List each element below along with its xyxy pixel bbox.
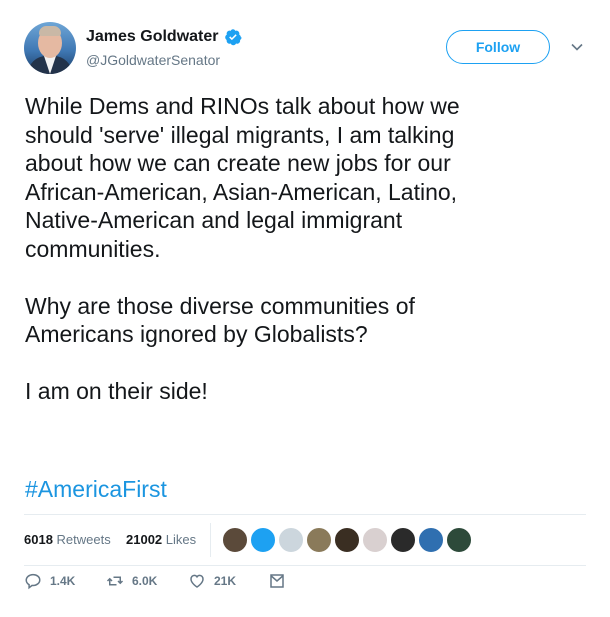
retweet-icon — [106, 576, 124, 586]
tweet-text: While Dems and RINOs talk about how we s… — [25, 93, 460, 404]
liker-avatar[interactable] — [222, 527, 248, 553]
retweets-stat[interactable]: 6018 Retweets — [24, 532, 111, 547]
hashtag-link[interactable]: #AmericaFirst — [25, 476, 167, 503]
liker-avatar[interactable] — [250, 527, 276, 553]
retweets-label: Retweets — [56, 532, 111, 547]
stats-divider — [210, 523, 211, 557]
message-button[interactable] — [268, 572, 294, 590]
likes-label: Likes — [165, 532, 197, 547]
like-count: 21K — [214, 574, 237, 588]
tweet-actions: 1.4K 6.0K 21K — [24, 572, 324, 602]
follow-button[interactable]: Follow — [446, 30, 550, 64]
liker-avatar[interactable] — [390, 527, 416, 553]
liker-avatar[interactable] — [418, 527, 444, 553]
like-button[interactable]: 21K — [188, 572, 236, 590]
author-handle[interactable]: @JGoldwaterSenator — [86, 52, 220, 68]
liker-avatar[interactable] — [446, 527, 472, 553]
retweet-button[interactable]: 6.0K — [106, 572, 157, 590]
liker-avatar[interactable] — [362, 527, 388, 553]
envelope-icon — [270, 574, 284, 588]
chevron-down-icon[interactable] — [570, 40, 584, 54]
liker-avatar[interactable] — [306, 527, 332, 553]
likes-count: 21002 — [126, 532, 163, 547]
retweet-count: 6.0K — [132, 574, 158, 588]
likes-stat[interactable]: 21002 Likes — [126, 532, 196, 547]
avatar[interactable] — [24, 22, 76, 74]
liker-avatars — [222, 527, 474, 553]
liker-avatar[interactable] — [334, 527, 360, 553]
liker-avatar[interactable] — [278, 527, 304, 553]
author-name[interactable]: James Goldwater — [86, 28, 219, 46]
verified-badge-icon — [224, 28, 242, 46]
retweets-count: 6018 — [24, 532, 53, 547]
reply-count: 1.4K — [50, 574, 76, 588]
tweet-stats: 6018 Retweets 21002 Likes — [24, 514, 586, 566]
author-name-row: James Goldwater — [86, 28, 242, 46]
reply-button[interactable]: 1.4K — [24, 572, 75, 590]
tweet-header: James Goldwater @JGoldwaterSenator Follo… — [24, 22, 590, 76]
reply-icon — [25, 573, 41, 590]
heart-icon — [190, 574, 204, 588]
